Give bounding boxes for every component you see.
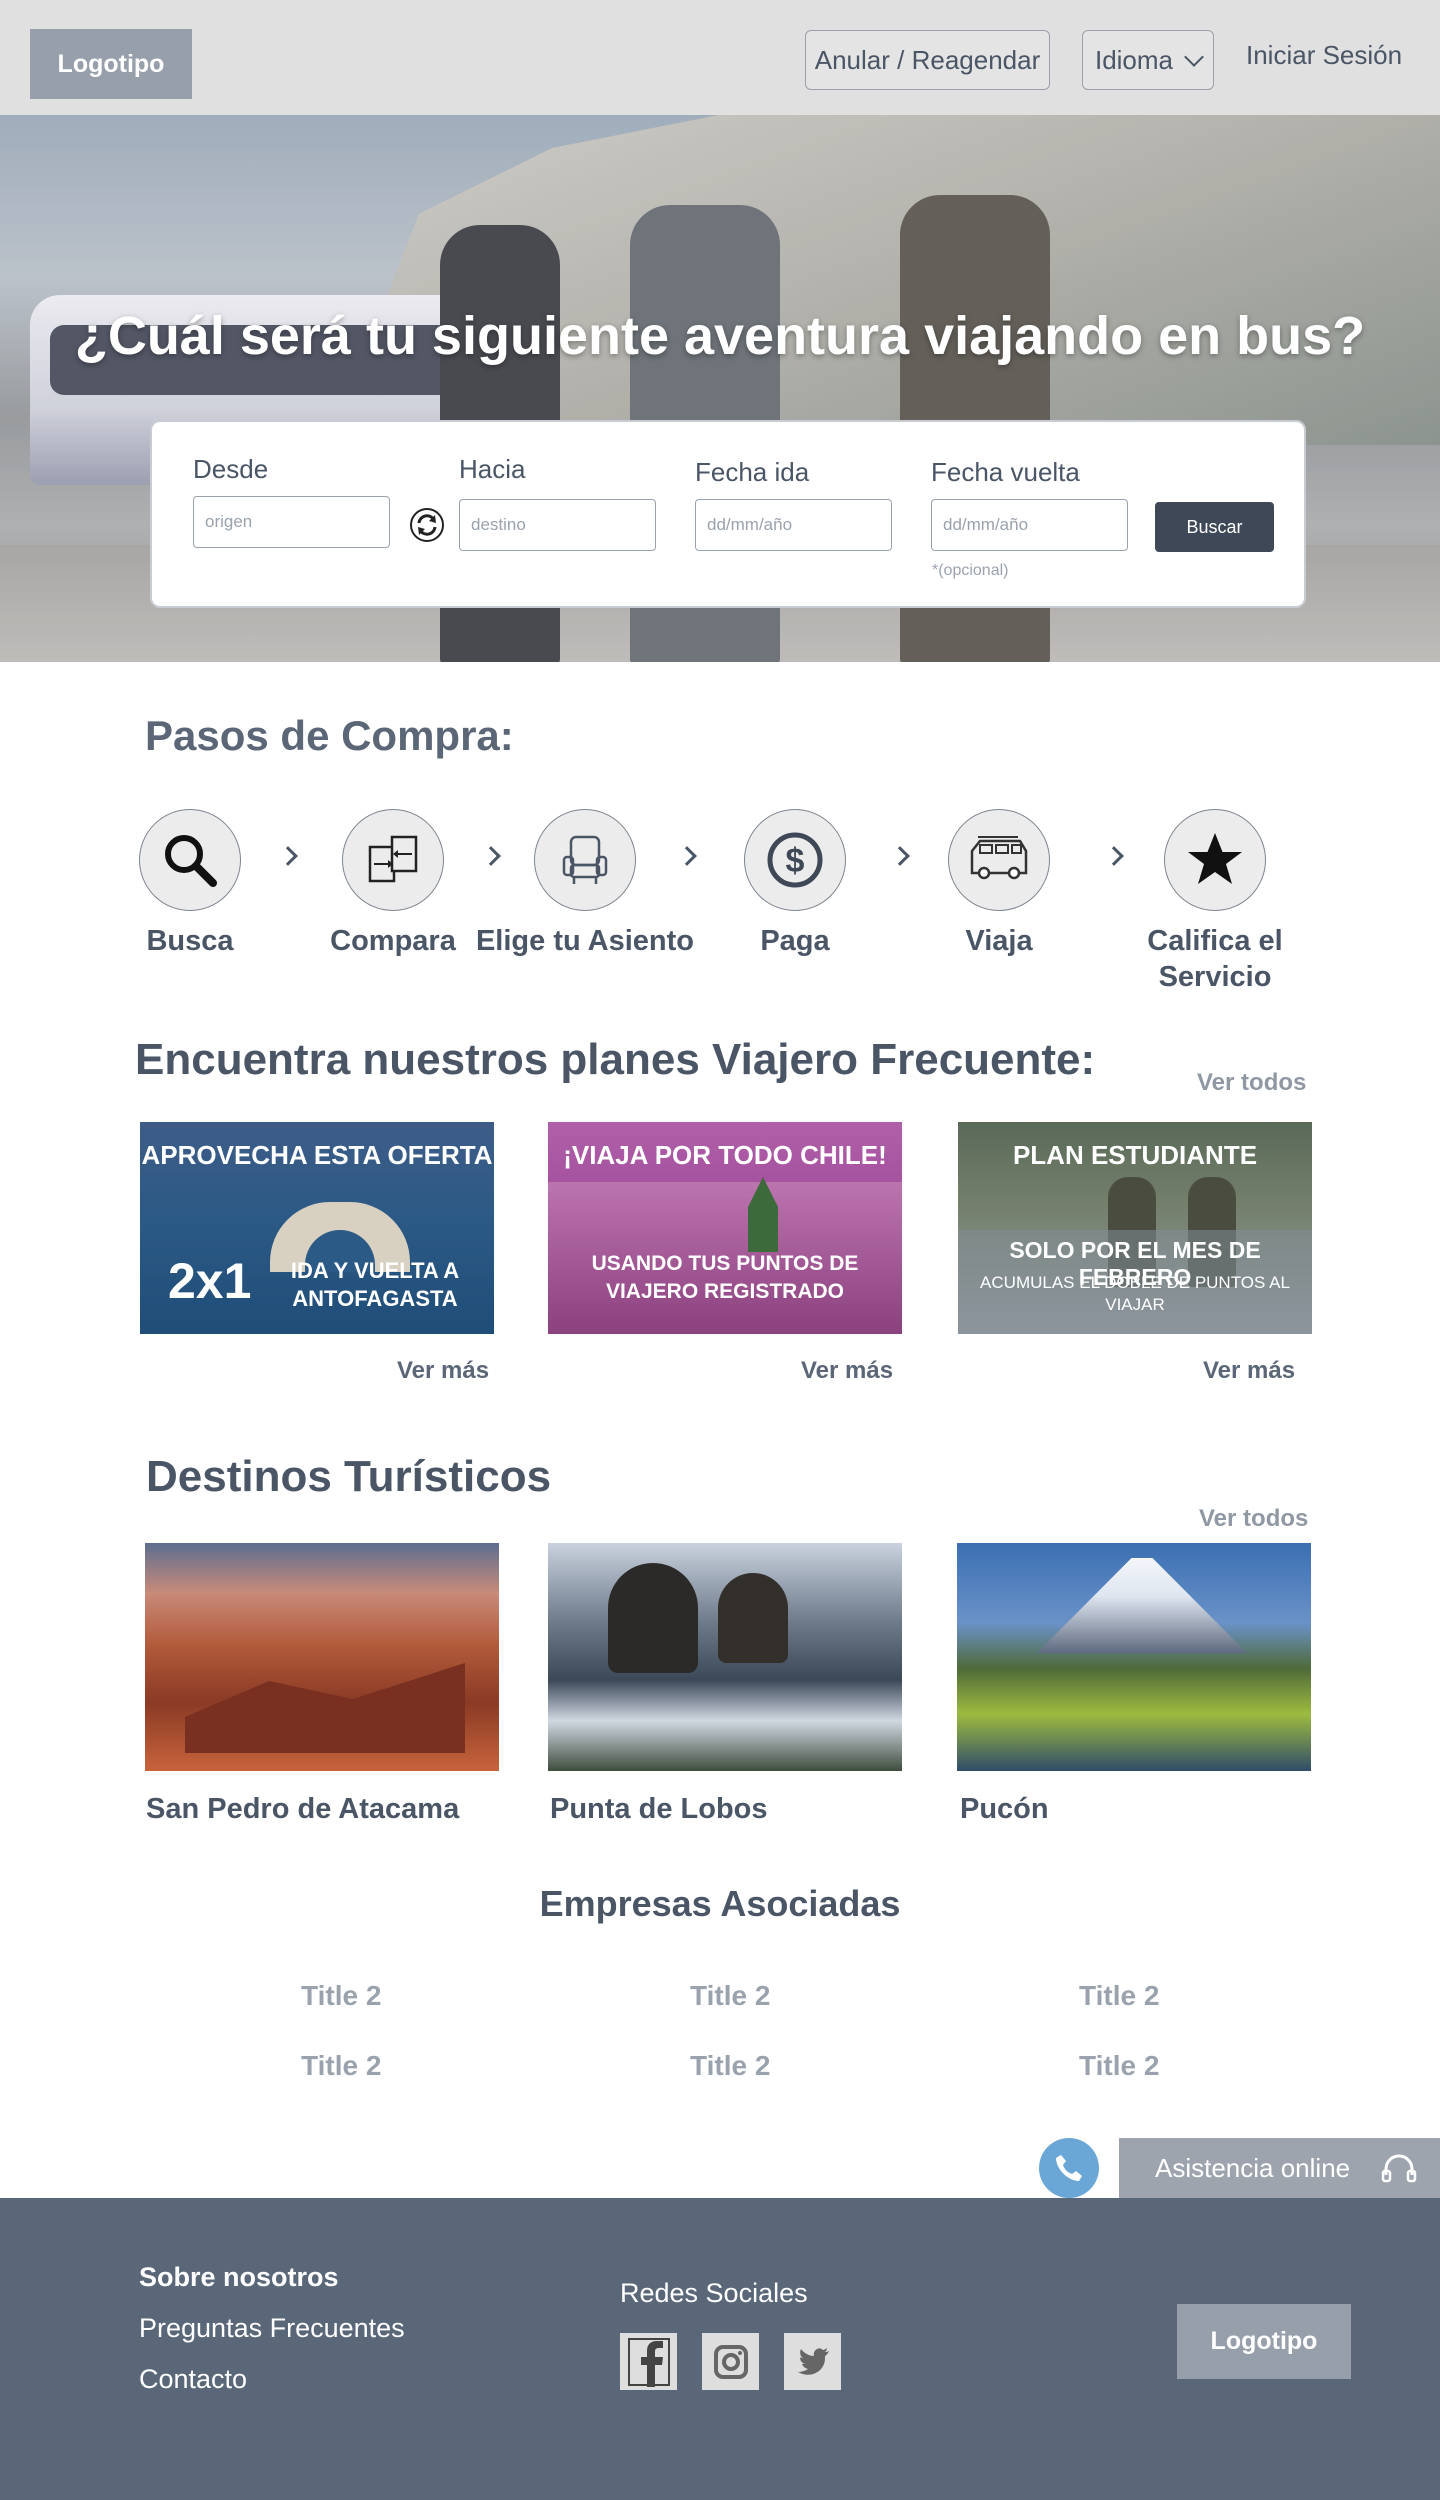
twitter-button[interactable]	[784, 2333, 841, 2390]
login-link[interactable]: Iniciar Sesión	[1246, 40, 1402, 71]
promo-heading: ¡VIAJA POR TODO CHILE!	[563, 1140, 887, 1170]
promo-big-label: 2x1	[168, 1253, 252, 1309]
logo[interactable]: Logotipo	[30, 29, 192, 99]
step-label: Califica el Servicio	[1147, 925, 1283, 993]
empresa-item[interactable]: Title 2	[301, 2050, 381, 2082]
instagram-button[interactable]	[702, 2333, 759, 2390]
dollar-icon: $	[767, 832, 823, 888]
destinos-ver-todos-link[interactable]: Ver todos	[1199, 1505, 1308, 1533]
volcano	[1037, 1558, 1247, 1653]
chevron-down-icon	[1184, 46, 1204, 67]
fecha-ida-label: Fecha ida	[695, 457, 810, 487]
promo-heading: PLAN ESTUDIANTE	[1012, 1140, 1258, 1170]
footer-contacto-link[interactable]: Contacto	[139, 2364, 247, 2395]
promo-text: USANDO TUS PUNTOS DE VIAJERO REGISTRADO	[591, 1252, 859, 1303]
step-circle	[948, 809, 1050, 911]
step-paga: $ Paga	[685, 809, 905, 959]
planes-title: Encuentra nuestros planes Viajero Frecue…	[135, 1035, 1096, 1084]
hacia-label: Hacia	[459, 454, 526, 484]
redes-sociales-label: Redes Sociales	[620, 2278, 808, 2308]
ver-mas-link[interactable]: Ver más	[1203, 1357, 1295, 1385]
phone-button[interactable]	[1039, 2138, 1099, 2198]
search-icon	[165, 835, 217, 887]
fecha-vuelta-label: Fecha vuelta	[931, 457, 1080, 487]
step-circle	[139, 809, 241, 911]
header: Logotipo Anular / Reagendar Idioma Inici…	[0, 0, 1440, 115]
swap-icon[interactable]	[409, 507, 445, 543]
footer-sobre-nosotros-link[interactable]: Sobre nosotros	[139, 2262, 339, 2293]
bus-icon	[970, 836, 1028, 880]
desde-label: Desde	[193, 454, 269, 484]
step-circle	[1164, 809, 1266, 911]
star-icon	[1188, 833, 1242, 884]
step-circle: $	[744, 809, 846, 911]
asistencia-label: Asistencia online	[1155, 2152, 1351, 2183]
promo-card-oferta[interactable]: APROVECHA ESTA OFERTA 2x1 IDA Y VUELTA A…	[140, 1122, 494, 1334]
footer: Sobre nosotros Preguntas Frecuentes Cont…	[0, 2198, 1440, 2500]
ver-mas-link[interactable]: Ver más	[397, 1357, 489, 1385]
fecha-vuelta-input[interactable]: dd/mm/año	[931, 499, 1128, 551]
idioma-dropdown[interactable]: Idioma	[1082, 30, 1214, 90]
ver-mas-link[interactable]: Ver más	[801, 1357, 893, 1385]
facebook-icon	[627, 2337, 670, 2387]
step-label: Paga	[760, 925, 830, 957]
promo-text: IDA Y VUELTA A ANTOFAGASTA	[290, 1258, 460, 1311]
steps-title: Pasos de Compra:	[145, 712, 514, 759]
destinos-title: Destinos Turísticos	[146, 1452, 552, 1501]
empresas-title: Empresas Asociadas	[539, 1883, 901, 1924]
fecha-ida-input[interactable]: dd/mm/año	[695, 499, 892, 551]
origen-input[interactable]: origen	[193, 496, 390, 548]
destino-name[interactable]: Pucón	[960, 1793, 1049, 1826]
svg-text:$: $	[786, 842, 805, 880]
hero-title: ¿Cuál será tu siguiente aventura viajand…	[74, 306, 1366, 366]
search-form: Desde origen Hacia destino Fecha ida dd/…	[150, 420, 1306, 608]
promo-heading: APROVECHA ESTA OFERTA	[141, 1140, 493, 1170]
sea-stack	[608, 1563, 698, 1673]
step-califica: Califica el Servicio	[1105, 809, 1325, 995]
compare-icon	[368, 835, 418, 883]
idioma-label: Idioma	[1094, 44, 1174, 75]
promo-text: ACUMULAS EL DOBLE DE PUNTOS AL VIAJAR	[980, 1273, 1290, 1314]
destino-image-pucon[interactable]	[957, 1543, 1311, 1771]
empresa-item[interactable]: Title 2	[690, 1980, 770, 2012]
destino-input[interactable]: destino	[459, 499, 656, 551]
twitter-icon	[797, 2347, 829, 2375]
planes-ver-todos-link[interactable]: Ver todos	[1197, 1069, 1306, 1097]
step-circle	[342, 809, 444, 911]
opcional-note: *(opcional)	[932, 562, 1009, 579]
step-label: Compara	[330, 925, 456, 957]
step-label: Viaja	[965, 925, 1033, 957]
empresa-item[interactable]: Title 2	[1079, 1980, 1159, 2012]
phone-icon	[1056, 2155, 1082, 2181]
destino-image-atacama[interactable]	[145, 1543, 499, 1771]
destino-image-punta-de-lobos[interactable]	[548, 1543, 902, 1771]
seat-icon	[562, 835, 608, 884]
empresa-item[interactable]: Title 2	[1079, 2050, 1159, 2082]
step-compara: Compara	[283, 809, 503, 959]
step-label: Elige tu Asiento	[475, 925, 695, 957]
sea-stack	[718, 1573, 788, 1663]
instagram-icon	[713, 2344, 748, 2379]
asistencia-online-button[interactable]: Asistencia online	[1119, 2138, 1440, 2198]
buscar-button[interactable]: Buscar	[1155, 502, 1274, 552]
headset-icon	[1381, 2154, 1417, 2183]
promo-card-estudiante[interactable]: PLAN ESTUDIANTE SOLO POR EL MES DE FEBRE…	[958, 1122, 1312, 1334]
step-busca: Busca	[80, 809, 300, 959]
anular-reagendar-button[interactable]: Anular / Reagendar	[805, 30, 1050, 90]
facebook-button[interactable]	[620, 2333, 677, 2390]
promo-card-viaja-chile[interactable]: ¡VIAJA POR TODO CHILE! USANDO TUS PUNTOS…	[548, 1122, 902, 1334]
atacama-rock	[185, 1663, 465, 1753]
footer-preguntas-link[interactable]: Preguntas Frecuentes	[139, 2313, 405, 2344]
step-asiento: Elige tu Asiento	[475, 809, 695, 959]
destino-name[interactable]: Punta de Lobos	[550, 1793, 768, 1826]
destino-name[interactable]: San Pedro de Atacama	[146, 1793, 459, 1826]
empresa-item[interactable]: Title 2	[690, 2050, 770, 2082]
step-circle	[534, 809, 636, 911]
empresa-item[interactable]: Title 2	[301, 1980, 381, 2012]
step-viaja: Viaja	[889, 809, 1109, 959]
step-label: Busca	[146, 925, 234, 957]
footer-logo[interactable]: Logotipo	[1177, 2304, 1351, 2379]
